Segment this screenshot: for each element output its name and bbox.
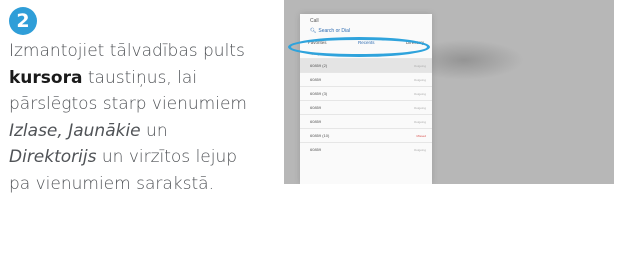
list-item-name: 60859 (3) bbox=[310, 91, 328, 96]
search-placeholder: Search or Dial bbox=[318, 28, 351, 34]
list-item-status: Missed bbox=[416, 133, 426, 138]
list-item-name: 60859 bbox=[310, 77, 322, 82]
list-item[interactable]: 60859 (3) Outgoing bbox=[300, 86, 432, 100]
instruction-text: Izmantojiet tālvadības pults kursora tau… bbox=[9, 38, 259, 197]
search-icon: 🔍︎ bbox=[310, 28, 317, 34]
instruction-part4: un bbox=[140, 120, 168, 141]
recents-list: 60859 (2) Outgoing 60859 Outgoing 60859 (3) O… bbox=[300, 58, 432, 156]
list-item-name: 60859 bbox=[310, 147, 322, 152]
call-panel-title: Call bbox=[310, 18, 319, 24]
list-item-status: Outgoing bbox=[413, 105, 426, 110]
list-item-status: Outgoing bbox=[413, 63, 426, 68]
search-field[interactable]: 🔍︎ Search or Dial bbox=[310, 28, 350, 34]
device-screenshot: Call 🔍︎ Search or Dial Favorites Recents… bbox=[284, 0, 614, 184]
list-item-name: 60859 (10) bbox=[310, 133, 330, 138]
instruction-directory-term: Direktorijs bbox=[9, 147, 97, 167]
instruction-favorites-term: Izlase, bbox=[9, 120, 63, 141]
list-item-status: Outgoing bbox=[413, 91, 426, 96]
instruction-bold-keyword: kursora bbox=[9, 67, 83, 88]
list-item[interactable]: 60859 Outgoing bbox=[300, 114, 432, 128]
list-item-status: Outgoing bbox=[413, 147, 426, 152]
list-item[interactable]: 60859 (2) Outgoing bbox=[300, 58, 432, 72]
list-item-name: 60859 (2) bbox=[310, 63, 328, 68]
tabs-highlight-oval bbox=[288, 37, 430, 57]
list-item-status: Outgoing bbox=[413, 77, 426, 82]
list-item[interactable]: 60859 Outgoing bbox=[300, 100, 432, 114]
list-item-name: 60859 bbox=[310, 119, 322, 124]
list-item[interactable]: 60859 (10) Missed bbox=[300, 128, 432, 142]
list-item-name: 60859 bbox=[310, 105, 322, 110]
step-number-badge: 2 bbox=[9, 7, 37, 35]
list-item[interactable]: 60859 Outgoing bbox=[300, 72, 432, 86]
instruction-recents-term: Jaunākie bbox=[68, 120, 141, 141]
instruction-part1: Izmantojiet tālvadības pults bbox=[9, 41, 245, 61]
list-item-status: Outgoing bbox=[413, 119, 426, 124]
list-item[interactable]: 60859 Outgoing bbox=[300, 142, 432, 156]
